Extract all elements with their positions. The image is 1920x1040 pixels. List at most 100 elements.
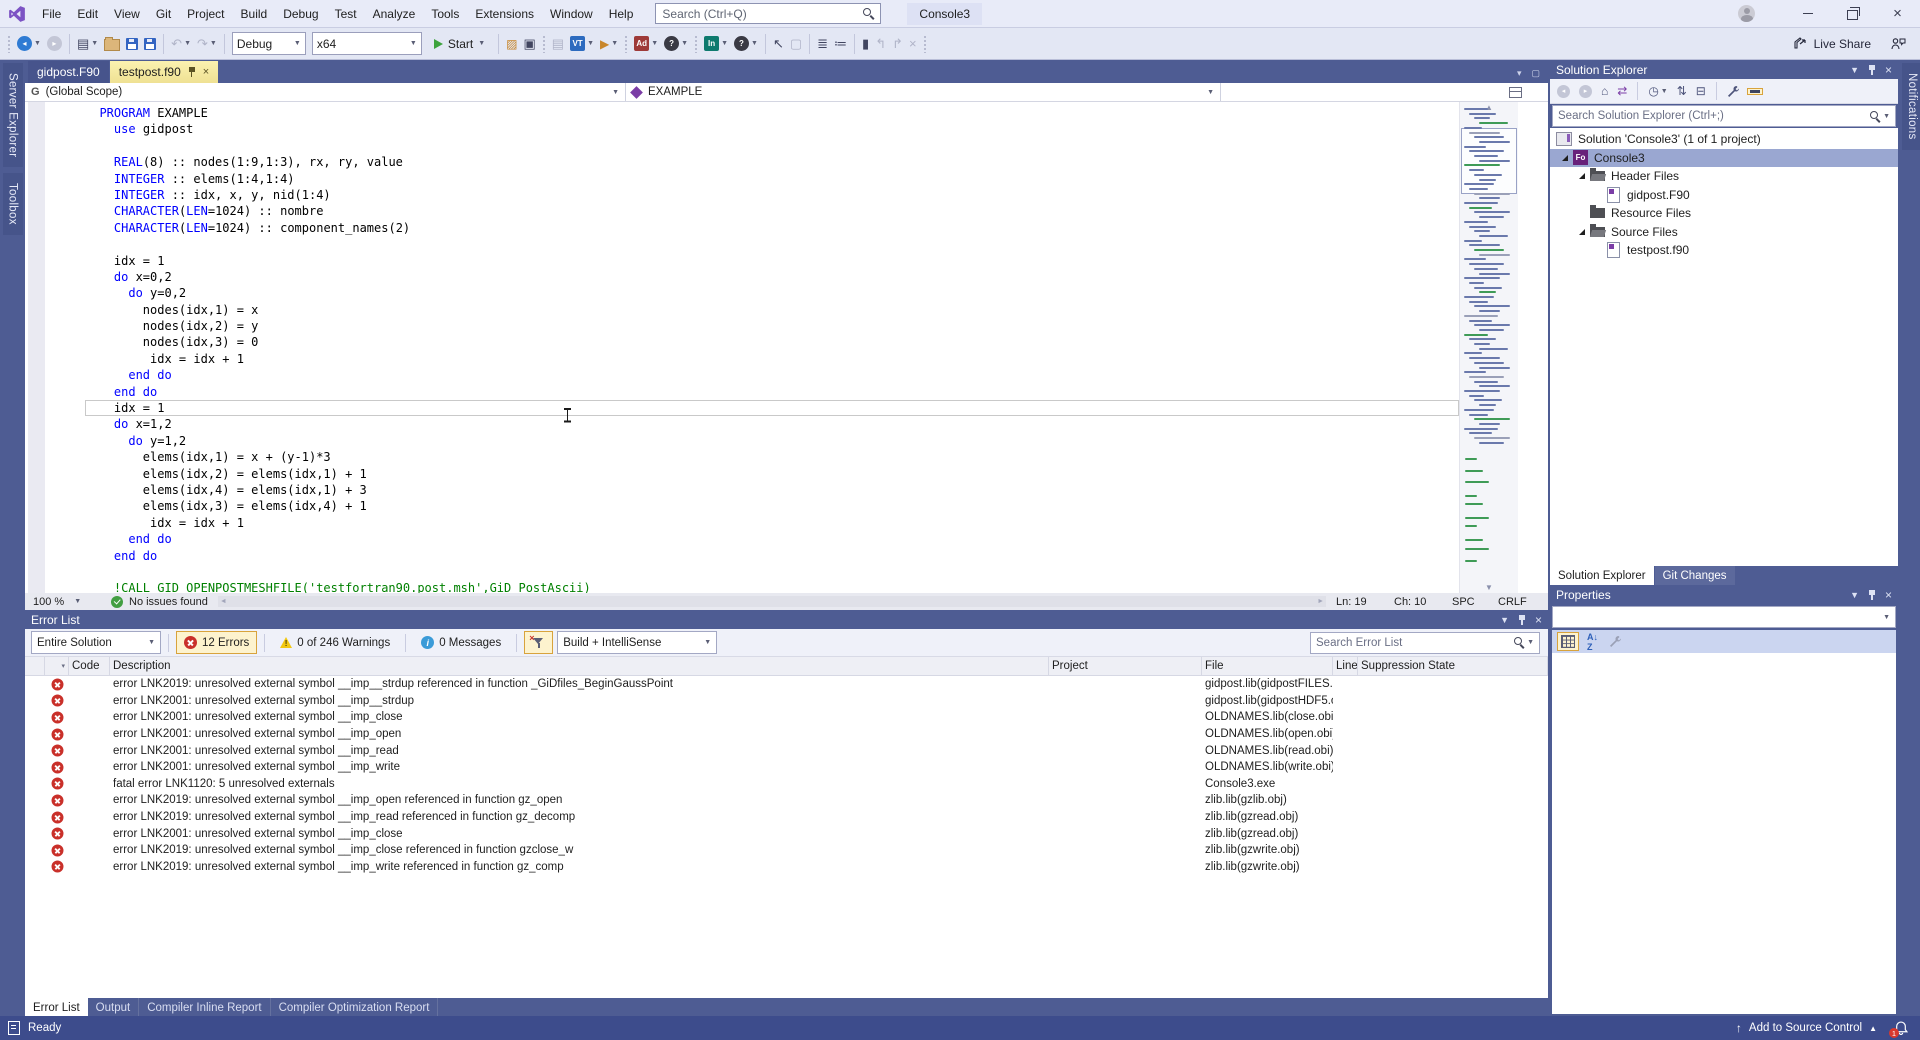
menu-item-help[interactable]: Help — [601, 1, 642, 27]
error-list-header[interactable]: ▾CodeDescriptionProjectFileLineSuppressi… — [25, 657, 1548, 676]
scroll-down-icon[interactable]: ▼ — [1460, 583, 1518, 592]
close-icon[interactable]: × — [1885, 63, 1892, 77]
menu-item-view[interactable]: View — [106, 1, 148, 27]
error-row[interactable]: error LNK2001: unresolved external symbo… — [25, 742, 1548, 759]
split-editor-icon[interactable] — [1509, 87, 1522, 98]
expanded-arrow-icon[interactable] — [1562, 155, 1568, 161]
menu-item-file[interactable]: File — [34, 1, 69, 27]
error-row[interactable]: error LNK2019: unresolved external symbo… — [25, 676, 1548, 693]
categorized-icon[interactable] — [1557, 632, 1579, 651]
column-indicator[interactable]: Ch: 10 — [1394, 596, 1452, 608]
solution-configuration-combo[interactable]: Debug▼ — [232, 32, 306, 55]
tree-item-source-files[interactable]: Source Files — [1550, 223, 1898, 242]
pin-icon[interactable] — [1868, 590, 1876, 600]
panel-tab-error-list[interactable]: Error List — [25, 998, 88, 1016]
panel-tab-output[interactable]: Output — [88, 998, 140, 1016]
minimap-scrollbar[interactable]: ▲ ▼ — [1459, 102, 1518, 593]
search-box[interactable]: Search (Ctrl+Q) — [655, 3, 881, 24]
properties-object-dropdown[interactable]: ▼ — [1552, 606, 1896, 628]
code-editor[interactable]: PROGRAM EXAMPLE use gidpost REAL(8) :: n… — [25, 102, 1548, 593]
next-bookmark-icon[interactable]: ↱ — [890, 34, 905, 54]
save-icon[interactable] — [124, 36, 140, 52]
start-debugging-button[interactable]: Start▼ — [430, 35, 489, 53]
navigate-cursor-icon[interactable]: ↖ — [771, 34, 786, 54]
extension-in-icon[interactable]: In▼ — [702, 34, 730, 53]
redo-icon[interactable]: ↷▼ — [195, 34, 219, 54]
side-tab-toolbox[interactable]: Toolbox — [3, 173, 23, 235]
chevron-down-icon[interactable]: ▼ — [1500, 615, 1509, 625]
comment-lines-icon[interactable]: ≣ — [815, 34, 830, 54]
menu-item-window[interactable]: Window — [542, 1, 601, 27]
clear-bookmarks-icon[interactable]: × — [907, 34, 919, 53]
menu-item-build[interactable]: Build — [233, 1, 276, 27]
scope-dropdown[interactable]: G (Global Scope) ▼ — [25, 83, 626, 101]
profiler-icon[interactable]: ▶▼ — [598, 35, 620, 53]
help-secondary-icon[interactable]: ?▼ — [732, 34, 760, 53]
line-ending-indicator[interactable]: CRLF — [1498, 596, 1548, 608]
menu-item-git[interactable]: Git — [148, 1, 179, 27]
preview-selected-toggle-icon[interactable] — [1747, 88, 1763, 95]
column-header-description[interactable]: Description — [110, 657, 1049, 675]
error-row[interactable]: error LNK2019: unresolved external symbo… — [25, 809, 1548, 826]
dock-tab-solution-explorer[interactable]: Solution Explorer — [1550, 566, 1654, 585]
menu-item-edit[interactable]: Edit — [69, 1, 106, 27]
minimize-button[interactable] — [1785, 0, 1830, 27]
restore-button[interactable] — [1830, 0, 1875, 27]
element-picker-icon[interactable]: ▣ — [521, 34, 537, 54]
save-all-icon[interactable] — [142, 36, 158, 52]
error-row[interactable]: error LNK2019: unresolved external symbo… — [25, 842, 1548, 859]
tree-item-console3[interactable]: FoConsole3 — [1550, 149, 1898, 168]
background-tasks-icon[interactable] — [8, 1021, 20, 1035]
chevron-down-icon[interactable]: ▼ — [1850, 65, 1859, 75]
dock-tab-git-changes[interactable]: Git Changes — [1655, 566, 1735, 585]
pin-icon[interactable] — [1868, 65, 1876, 75]
sync-with-active-document-icon[interactable]: ⇄ — [1615, 83, 1629, 99]
menu-item-tools[interactable]: Tools — [423, 1, 467, 27]
error-row[interactable]: error LNK2001: unresolved external symbo… — [25, 709, 1548, 726]
pin-icon[interactable] — [1518, 615, 1526, 625]
paste-outline-icon[interactable]: ▢ — [788, 34, 804, 54]
panel-tab-compiler-inline-report[interactable]: Compiler Inline Report — [139, 998, 270, 1016]
code-text-area[interactable]: PROGRAM EXAMPLE use gidpost REAL(8) :: n… — [45, 102, 1459, 593]
filter-button[interactable]: × — [524, 631, 553, 654]
column-header-suppression-state[interactable]: Suppression State — [1358, 657, 1548, 675]
column-header-file[interactable]: File — [1202, 657, 1333, 675]
error-row[interactable]: error LNK2001: unresolved external symbo… — [25, 825, 1548, 842]
panel-tab-compiler-optimization-report[interactable]: Compiler Optimization Report — [271, 998, 439, 1016]
tree-item-header-files[interactable]: Header Files — [1550, 167, 1898, 186]
document-tab-testpost.f90[interactable]: testpost.f90× — [110, 61, 218, 83]
navigate-back-icon[interactable]: ◂▼ — [15, 34, 43, 53]
new-project-icon[interactable]: ▤▼ — [75, 34, 100, 54]
menu-item-test[interactable]: Test — [327, 1, 365, 27]
breakpoint-gutter[interactable] — [28, 102, 45, 593]
build-intellisense-dropdown[interactable]: Build + IntelliSense▼ — [557, 631, 717, 654]
zoom-level-dropdown[interactable]: 100 % ▼ — [25, 596, 97, 608]
properties-wrench-icon[interactable] — [1725, 84, 1742, 99]
menu-item-extensions[interactable]: Extensions — [467, 1, 542, 27]
notifications-bell-icon[interactable]: 1 — [1894, 1021, 1908, 1035]
solution-platform-combo[interactable]: x64▼ — [312, 32, 422, 55]
refresh-icon[interactable]: ⇅ — [1675, 83, 1689, 99]
close-icon[interactable]: × — [203, 66, 209, 78]
extension-vt-icon[interactable]: VT▼ — [568, 34, 596, 53]
line-indicator[interactable]: Ln: 19 — [1336, 596, 1394, 608]
expanded-arrow-icon[interactable] — [1579, 229, 1585, 235]
document-outline-icon[interactable]: ▤ — [550, 34, 566, 54]
column-header-line[interactable]: Line — [1333, 657, 1358, 675]
solution-explorer-search-box[interactable]: Search Solution Explorer (Ctrl+;) ▼ — [1552, 105, 1896, 127]
apply-code-changes-icon[interactable]: ▨ — [504, 35, 519, 53]
member-dropdown[interactable]: EXAMPLE ▼ — [626, 83, 1221, 101]
document-tab-gidpost.F90[interactable]: gidpost.F90 — [28, 61, 109, 83]
error-row[interactable]: error LNK2001: unresolved external symbo… — [25, 693, 1548, 710]
help-icon[interactable]: ?▼ — [662, 34, 690, 53]
property-pages-icon[interactable] — [1606, 633, 1625, 650]
close-button[interactable]: × — [1875, 0, 1920, 27]
active-files-dropdown-icon[interactable]: ▾ — [1517, 68, 1522, 79]
tree-item-gidpost-f90[interactable]: gidpost.F90 — [1550, 186, 1898, 205]
scope-filter-dropdown[interactable]: Entire Solution▼ — [31, 631, 161, 654]
close-icon[interactable]: × — [1535, 613, 1542, 627]
expanded-arrow-icon[interactable] — [1579, 173, 1585, 179]
tree-item-resource-files[interactable]: Resource Files — [1550, 204, 1898, 223]
pin-icon[interactable] — [188, 67, 196, 77]
spaces-indicator[interactable]: SPC — [1452, 596, 1498, 608]
